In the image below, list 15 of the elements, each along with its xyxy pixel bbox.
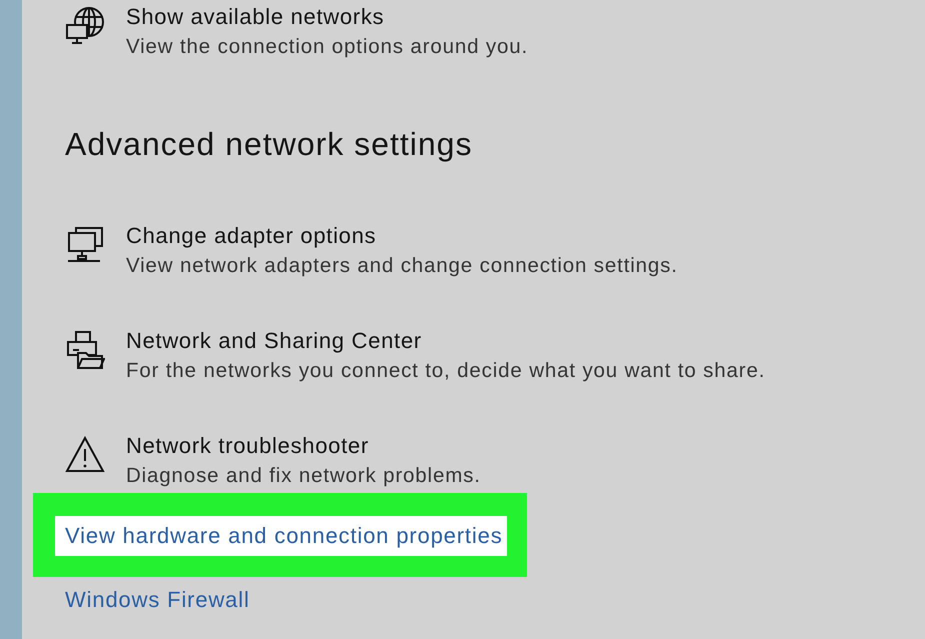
- setting-description: View the connection options around you.: [126, 34, 528, 60]
- setting-title[interactable]: Network troubleshooter: [126, 431, 481, 461]
- setting-title[interactable]: Show available networks: [126, 2, 528, 32]
- monitors-icon: [65, 225, 105, 265]
- setting-description: Diagnose and fix network problems.: [126, 463, 481, 489]
- globe-monitor-icon: [65, 6, 105, 46]
- section-heading: Advanced network settings: [65, 125, 472, 164]
- warning-icon: [65, 435, 105, 475]
- printer-folder-icon: [65, 330, 105, 370]
- settings-link[interactable]: Windows Firewall: [65, 585, 250, 615]
- settings-link[interactable]: View hardware and connection properties: [55, 516, 507, 556]
- setting-title[interactable]: Change adapter options: [126, 221, 678, 251]
- setting-title[interactable]: Network and Sharing Center: [126, 326, 766, 356]
- setting-description: View network adapters and change connection settings.: [126, 253, 678, 279]
- setting-description: For the networks you connect to, decide what you want to share.: [126, 358, 766, 384]
